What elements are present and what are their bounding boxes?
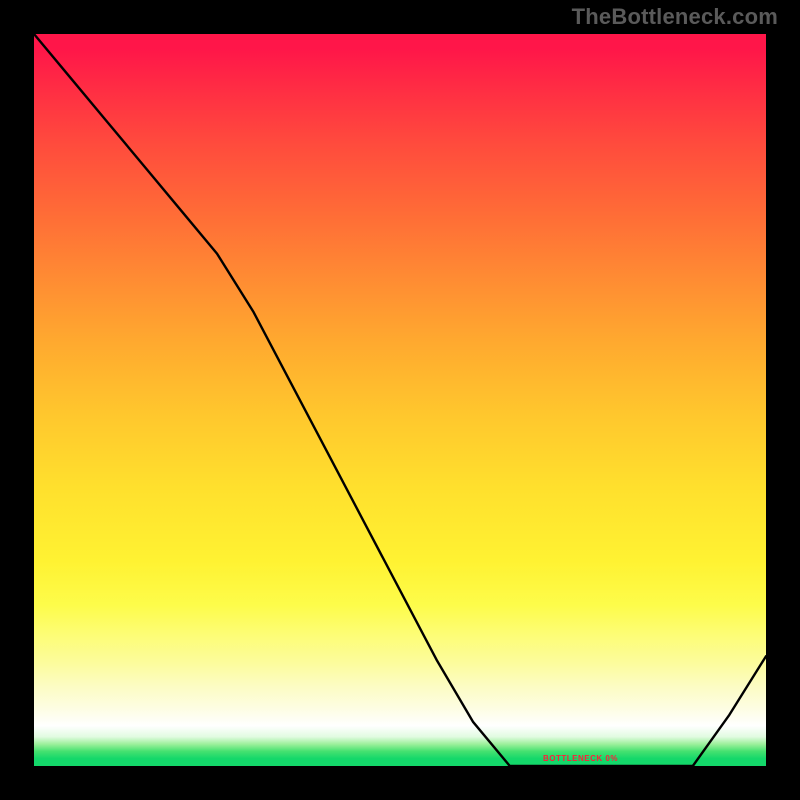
chart-frame: TheBottleneck.com BOTTLENECK 0% xyxy=(0,0,800,800)
bottleneck-curve xyxy=(34,34,766,766)
plot-area: BOTTLENECK 0% xyxy=(34,34,766,766)
watermark-text: TheBottleneck.com xyxy=(572,4,778,30)
curve-svg xyxy=(34,34,766,766)
flat-segment-label: BOTTLENECK 0% xyxy=(543,754,618,763)
